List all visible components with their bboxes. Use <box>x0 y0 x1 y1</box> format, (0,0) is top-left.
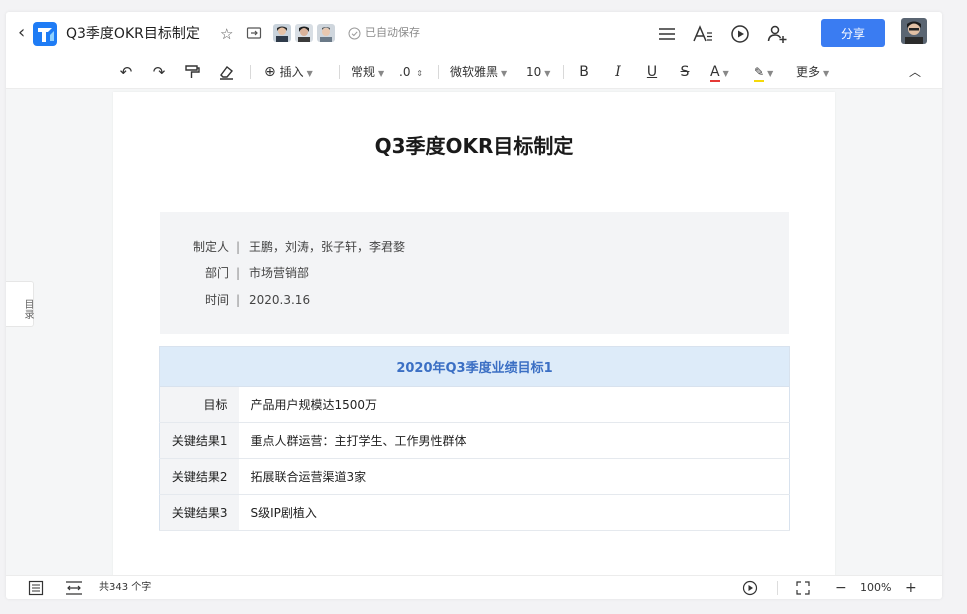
spacing-value: .0 <box>399 65 411 79</box>
caret-down-icon: ▼ <box>823 69 830 78</box>
caret-down-icon: ▼ <box>378 69 385 78</box>
info-row-department: 部门 | 市场营销部 <box>160 263 789 283</box>
zoom-level[interactable]: 100% <box>860 579 891 597</box>
font-family-value: 微软雅黑 <box>450 65 499 79</box>
collaborator-avatar[interactable] <box>273 24 291 42</box>
table-key-cell[interactable]: 关键结果3 <box>159 494 239 531</box>
table-value-cell[interactable]: 重点人群运营：主打学生、工作男性群体 <box>238 422 790 459</box>
highlight-picker[interactable]: ✎ ▼ <box>754 62 773 82</box>
table-key-cell[interactable]: 关键结果1 <box>159 422 239 459</box>
strikethrough-icon[interactable]: S <box>675 62 695 82</box>
format-toolbar: ↶ ↷ ⊕ 插入 ▼ 常规 ▼ .0 ⇕ 微软雅黑 ▼ 10 ▼ B I U S… <box>6 56 942 89</box>
paragraph-style-value: 常规 <box>351 65 376 79</box>
menu-icon[interactable] <box>656 23 678 45</box>
collapse-toolbar-icon[interactable]: ︿ <box>905 62 925 82</box>
caret-down-icon: ▼ <box>306 69 313 78</box>
info-value: 2020.3.16 <box>249 293 311 307</box>
play-icon[interactable] <box>742 580 758 596</box>
autosave-status: 已自动保存 <box>348 25 420 41</box>
info-row-author: 制定人 | 王鹏，刘涛，张子轩，李君婺 <box>160 237 789 257</box>
info-separator: | <box>236 240 241 254</box>
paragraph-style-select[interactable]: 常规 ▼ <box>351 62 384 82</box>
app-logo-icon <box>33 22 57 46</box>
font-color-picker[interactable]: A ▼ <box>710 62 729 82</box>
info-label: 制定人 <box>192 240 229 254</box>
text-format-icon[interactable] <box>692 23 714 45</box>
caret-down-icon: ▼ <box>767 69 774 78</box>
spacing-stepper[interactable]: .0 ⇕ <box>399 62 423 82</box>
info-value: 市场营销部 <box>249 266 310 280</box>
table-row[interactable]: 关键结果3 S级IP剧植入 <box>159 494 790 531</box>
table-key-cell[interactable]: 关键结果2 <box>159 458 239 495</box>
highlight-pen-icon: ✎ <box>754 64 765 82</box>
outline-icon[interactable] <box>28 580 44 596</box>
info-label: 部门 <box>204 266 229 280</box>
italic-icon[interactable]: I <box>608 62 628 82</box>
more-menu[interactable]: 更多 ▼ <box>796 62 829 82</box>
info-separator: | <box>236 293 241 307</box>
underline-icon[interactable]: U <box>642 62 662 82</box>
table-row[interactable]: 关键结果2 拓展联合运营渠道3家 <box>159 458 790 495</box>
check-circle-icon <box>348 27 361 39</box>
eraser-icon[interactable] <box>216 62 236 82</box>
more-label: 更多 <box>796 65 821 79</box>
font-size-select[interactable]: 10 ▼ <box>526 62 550 82</box>
chevron-left-icon[interactable]: ‹ <box>18 23 32 43</box>
toolbar-divider <box>250 65 251 79</box>
font-size-value: 10 <box>526 65 542 79</box>
insert-menu[interactable]: ⊕ 插入 ▼ <box>264 62 313 82</box>
toolbar-divider <box>563 65 564 79</box>
table-row[interactable]: 关键结果1 重点人群运营：主打学生、工作男性群体 <box>159 422 790 459</box>
zoom-out-icon[interactable]: − <box>835 579 847 597</box>
info-label: 时间 <box>204 293 229 307</box>
caret-down-icon: ▼ <box>722 69 729 78</box>
caret-down-icon: ▼ <box>544 69 551 78</box>
title-bar: ‹ Q3季度OKR目标制定 ☆ 已自动保存 分享 <box>6 12 942 56</box>
zoom-in-icon[interactable]: + <box>905 579 917 597</box>
add-collaborator-icon[interactable] <box>766 23 788 45</box>
font-family-select[interactable]: 微软雅黑 ▼ <box>450 62 507 82</box>
fullscreen-icon[interactable] <box>795 580 811 596</box>
page-width-icon[interactable] <box>65 580 83 596</box>
collaborator-avatar[interactable] <box>317 24 335 42</box>
share-button[interactable]: 分享 <box>821 19 885 47</box>
star-icon[interactable]: ☆ <box>220 24 233 44</box>
plus-circle-icon: ⊕ <box>264 64 276 80</box>
table-value-cell[interactable]: 产品用户规模达1500万 <box>238 386 790 423</box>
word-count: 共343 个字 <box>99 582 152 593</box>
collaborator-avatars[interactable] <box>273 24 335 44</box>
status-bar: 共343 个字 − 100% + <box>6 575 942 599</box>
user-avatar[interactable] <box>901 18 927 44</box>
move-to-folder-icon[interactable] <box>246 25 262 41</box>
present-play-icon[interactable] <box>729 23 751 45</box>
insert-label: 插入 <box>279 65 304 79</box>
toolbar-divider <box>339 65 340 79</box>
redo-icon[interactable]: ↷ <box>149 62 169 82</box>
okr-table[interactable]: 2020年Q3季度业绩目标1 目标 产品用户规模达1500万 关键结果1 重点人… <box>159 346 790 531</box>
font-color-icon: A <box>710 64 720 82</box>
stepper-arrows-icon[interactable]: ⇕ <box>416 69 423 78</box>
toc-tab[interactable]: 目录 <box>6 281 34 327</box>
undo-icon[interactable]: ↶ <box>116 62 136 82</box>
caret-down-icon: ▼ <box>501 69 508 78</box>
toolbar-divider <box>438 65 439 79</box>
info-value: 王鹏，刘涛，张子轩，李君婺 <box>249 240 406 254</box>
table-key-cell[interactable]: 目标 <box>159 386 239 423</box>
editor-window: ‹ Q3季度OKR目标制定 ☆ 已自动保存 分享 ↶ ↷ ⊕ 插入 ▼ 常规 ▼… <box>6 12 942 599</box>
autosave-text: 已自动保存 <box>365 26 420 39</box>
doc-title[interactable]: Q3季度OKR目标制定 <box>66 24 200 44</box>
info-box[interactable]: 制定人 | 王鹏，刘涛，张子轩，李君婺 部门 | 市场营销部 时间 | 2020… <box>160 212 789 334</box>
okr-table-header[interactable]: 2020年Q3季度业绩目标1 <box>159 346 790 387</box>
document-title[interactable]: Q3季度OKR目标制定 <box>113 132 835 160</box>
document-page[interactable]: Q3季度OKR目标制定 制定人 | 王鹏，刘涛，张子轩，李君婺 部门 | 市场营… <box>113 92 835 582</box>
info-row-date: 时间 | 2020.3.16 <box>160 290 789 310</box>
table-value-cell[interactable]: S级IP剧植入 <box>238 494 790 531</box>
format-painter-icon[interactable] <box>182 62 202 82</box>
table-value-cell[interactable]: 拓展联合运营渠道3家 <box>238 458 790 495</box>
statusbar-divider <box>777 581 778 595</box>
bold-icon[interactable]: B <box>574 62 594 82</box>
table-row[interactable]: 目标 产品用户规模达1500万 <box>159 386 790 423</box>
info-separator: | <box>236 266 241 280</box>
collaborator-avatar[interactable] <box>295 24 313 42</box>
